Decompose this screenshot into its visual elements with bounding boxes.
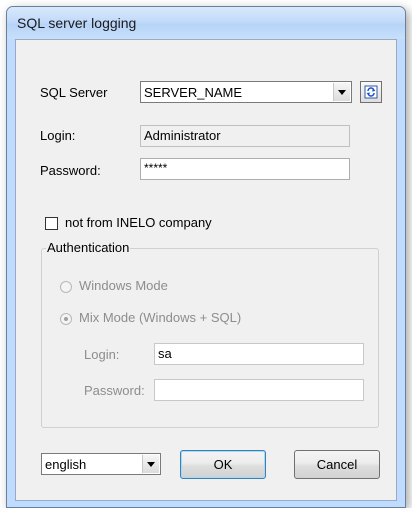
login-field[interactable]: Administrator — [140, 125, 350, 147]
dialog-window: SQL server logging SQL Server SERVER_NAM… — [6, 6, 406, 508]
language-combo[interactable]: english — [41, 453, 161, 475]
window-title: SQL server logging — [17, 15, 137, 31]
not-from-inelo-label: not from INELO company — [65, 215, 212, 230]
language-value: english — [45, 457, 87, 472]
authentication-group-title: Authentication — [46, 240, 131, 255]
ok-button[interactable]: OK — [180, 450, 266, 479]
not-from-inelo-checkbox[interactable] — [45, 217, 58, 230]
cancel-button[interactable]: Cancel — [294, 450, 380, 479]
sql-server-label: SQL Server — [40, 85, 108, 100]
password-field[interactable]: ***** — [140, 158, 350, 180]
chevron-down-icon — [338, 89, 346, 95]
mix-mode-radio[interactable] — [60, 313, 72, 325]
sql-server-dropdown-button[interactable] — [333, 83, 350, 101]
auth-password-label: Password: — [84, 383, 145, 398]
sql-server-value: SERVER_NAME — [144, 85, 243, 100]
windows-mode-label: Windows Mode — [79, 278, 168, 293]
refresh-icon — [364, 85, 378, 99]
mix-mode-label: Mix Mode (Windows + SQL) — [79, 310, 242, 325]
title-bar[interactable]: SQL server logging — [7, 7, 405, 39]
sql-server-combo[interactable]: SERVER_NAME — [140, 81, 352, 103]
dialog-body: SQL Server SERVER_NAME Login: Administra… — [15, 39, 397, 501]
auth-login-label: Login: — [84, 347, 120, 362]
auth-login-field[interactable]: sa — [154, 343, 364, 365]
chevron-down-icon — [147, 461, 155, 467]
auth-password-field[interactable] — [154, 379, 364, 401]
windows-mode-radio[interactable] — [60, 281, 72, 293]
login-label: Login: — [40, 128, 76, 143]
authentication-group — [41, 248, 379, 428]
radio-selected-dot — [64, 317, 68, 321]
refresh-servers-button[interactable] — [360, 81, 382, 103]
language-dropdown-button[interactable] — [142, 455, 159, 473]
password-label: Password: — [40, 163, 101, 178]
